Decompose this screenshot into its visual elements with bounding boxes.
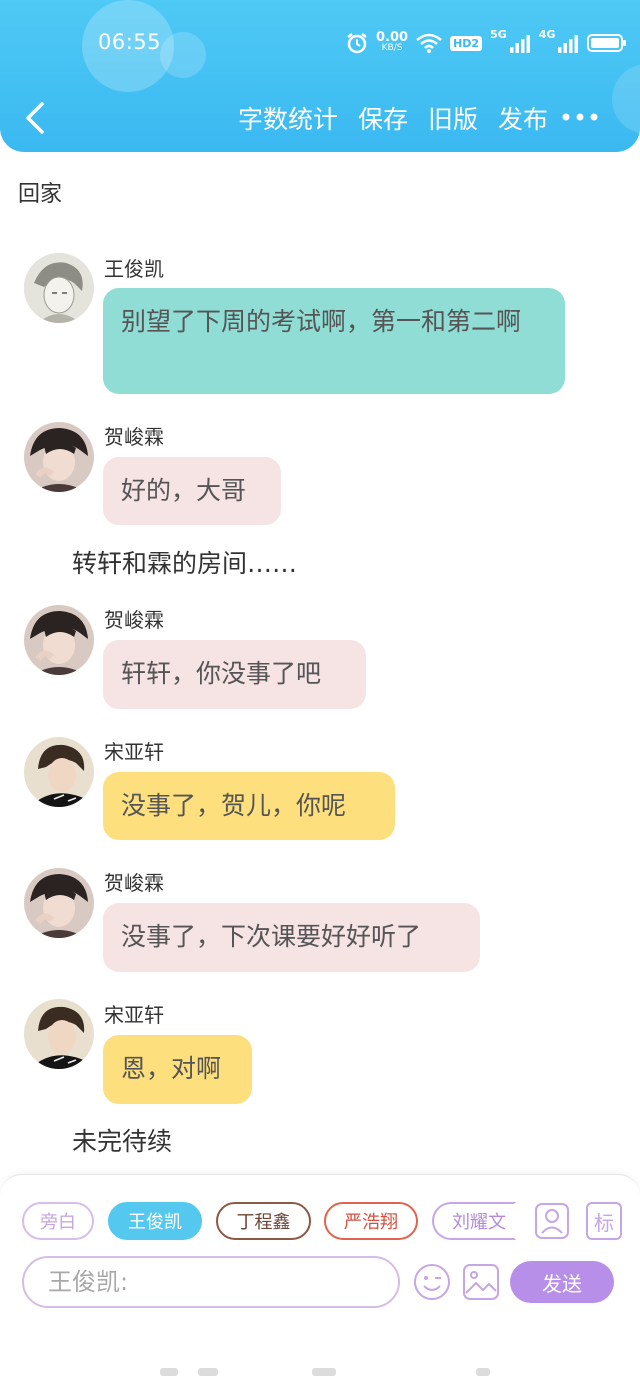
system-nav-bar [0,1346,640,1376]
battery-icon [587,34,627,52]
signal-icon [558,35,579,53]
mark-label: 标 [594,1210,614,1235]
status-time: 06:55 [98,30,162,54]
speaker-name: 宋亚轩 [104,740,164,764]
message-bubble[interactable]: 恩，对啊 [103,1035,252,1104]
word-count-button[interactable]: 字数统计 [238,100,338,136]
image-icon [463,1264,499,1300]
old-version-button[interactable]: 旧版 [428,100,478,136]
message-input[interactable] [22,1256,400,1308]
network-4g-label: 4G [538,28,556,41]
back-button[interactable] [20,98,52,138]
avatar[interactable] [24,868,94,938]
narration-text: 未完待续 [72,1127,173,1156]
avatar[interactable] [24,737,94,807]
speaker-name: 王俊凯 [104,257,164,281]
avatar-photo-icon [24,999,94,1069]
image-button[interactable] [462,1263,500,1301]
network-5g-label: 5G [490,28,507,41]
avatar-photo-icon [24,422,94,492]
role-chip-wang-junkai[interactable]: 王俊凯 [108,1202,202,1240]
decor-bubble [160,32,206,78]
avatar-photo-icon [24,737,94,807]
nav-hint [198,1368,218,1376]
role-chip-liu-yaowen[interactable]: 刘耀文 [432,1202,516,1240]
avatar[interactable] [24,999,94,1069]
net-speed: 0.00 KB/S [376,30,409,53]
add-role-button[interactable] [534,1202,570,1240]
emoji-button[interactable] [413,1263,451,1301]
more-dots-icon [562,113,598,121]
hd-badge: HD2 [450,35,483,51]
back-arrow-icon [26,102,44,134]
publish-button[interactable]: 发布 [498,100,548,136]
nav-hint [476,1368,490,1376]
speaker-name: 贺峻霖 [104,425,164,449]
nav-hint [312,1368,336,1376]
message-bubble[interactable]: 轩轩，你没事了吧 [103,640,366,709]
message-bubble[interactable]: 没事了，贺儿，你呢 [103,772,395,840]
top-header: 06:55 0.00 KB/S HD2 5G 4G 字数统计 保存 旧版 发布 [0,0,640,152]
message-bubble[interactable]: 没事了，下次课要好好听了 [103,903,480,972]
speaker-name: 贺峻霖 [104,608,164,632]
save-button[interactable]: 保存 [358,100,408,136]
message-bubble[interactable]: 好的，大哥 [103,457,281,525]
status-icons: 0.00 KB/S HD2 5G 4G [346,28,627,58]
decor-bubble [612,64,640,134]
nav-hint [160,1368,178,1376]
wifi-icon [416,33,442,53]
alarm-icon [347,33,367,54]
avatar-photo-icon [24,605,94,675]
role-chip-ding-chengxin[interactable]: 丁程鑫 [216,1202,311,1240]
mark-button[interactable]: 标 [586,1202,622,1240]
speaker-name: 宋亚轩 [104,1003,164,1027]
nav-actions: 字数统计 保存 旧版 发布 [238,100,548,136]
emoji-icon [414,1264,450,1300]
message-bubble[interactable]: 别望了下周的考试啊，第一和第二啊 [103,288,565,394]
avatar[interactable] [24,253,94,323]
avatar[interactable] [24,422,94,492]
role-chip-yan-haoxiang[interactable]: 严浩翔 [324,1202,418,1240]
speaker-name: 贺峻霖 [104,871,164,895]
signal-icon [509,35,530,53]
narration-text: 转轩和霖的房间…… [72,549,298,578]
more-button[interactable] [560,104,600,130]
send-button[interactable]: 发送 [510,1261,614,1303]
story-title: 回家 [18,182,63,207]
avatar-sketch-icon [24,253,94,323]
role-chip-narrator[interactable]: 旁白 [22,1202,94,1240]
avatar-photo-icon [24,868,94,938]
avatar[interactable] [24,605,94,675]
add-role-icon [535,1203,569,1239]
